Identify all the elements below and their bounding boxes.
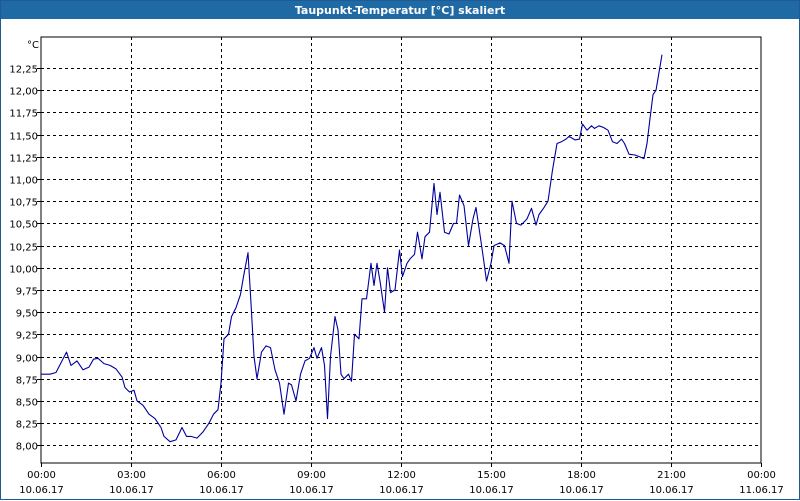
x-tick-time-label: 00:00 xyxy=(27,470,56,481)
y-tick-label: 11,00 xyxy=(9,176,38,187)
series-line xyxy=(41,54,663,443)
y-axis-ticks: 8,00 8,25 8,50 8,75 9,00 9,25 9,50 9,75 10,00 10,… xyxy=(9,65,38,453)
y-tick-label: 10,00 xyxy=(9,265,38,276)
x-tick-time-label: 00:00 xyxy=(747,470,776,481)
y-tick-label: 9,25 xyxy=(16,331,38,342)
y-tick-label: 12,25 xyxy=(9,65,38,76)
x-tick-date-label: 10.06.17 xyxy=(289,485,334,496)
x-tick-time-label: 03:00 xyxy=(117,470,146,481)
x-tick-date-label: 10.06.17 xyxy=(109,485,154,496)
y-tick-label: 8,25 xyxy=(16,420,38,431)
y-tick-label: 9,50 xyxy=(16,309,38,320)
x-tick-date-label: 10.06.17 xyxy=(379,485,424,496)
x-tick-date-label: 10.06.17 xyxy=(469,485,514,496)
x-tick-time-label: 21:00 xyxy=(657,470,686,481)
x-tick-time-label: 06:00 xyxy=(207,470,236,481)
y-tick-label: 11,50 xyxy=(9,132,38,143)
y-tick-label: 9,75 xyxy=(16,287,38,298)
x-tick-date-label: 10.06.17 xyxy=(649,485,694,496)
chart-plot: 8,00 8,25 8,50 8,75 9,00 9,25 9,50 9,75 10,00 10,… xyxy=(9,36,784,496)
x-tick-date-label: 10.06.17 xyxy=(199,485,244,496)
y-tick-label: 8,50 xyxy=(16,398,38,409)
grid xyxy=(41,37,761,463)
y-tick-label: 10,50 xyxy=(9,220,38,231)
x-axis-ticks: 00:00 10.06.17 03:00 10.06.17 06:00 10.06.17 0… xyxy=(19,470,784,496)
y-tick-label: 12,00 xyxy=(9,87,38,98)
x-tick-time-label: 12:00 xyxy=(387,470,416,481)
x-tick-time-label: 09:00 xyxy=(297,470,326,481)
x-tick-date-label: 11.06.17 xyxy=(739,485,784,496)
y-tick-label: 8,75 xyxy=(16,376,38,387)
y-tick-label: 10,25 xyxy=(9,243,38,254)
y-tick-label: 11,25 xyxy=(9,154,38,165)
y-tick-label: 9,00 xyxy=(16,354,38,365)
y-tick-label: 10,75 xyxy=(9,198,38,209)
x-tick-time-label: 15:00 xyxy=(477,470,506,481)
y-tick-label: 8,00 xyxy=(16,442,38,453)
x-tick-time-label: 18:00 xyxy=(567,470,596,481)
y-tick-label: 11,75 xyxy=(9,109,38,120)
y-axis-unit-label: °C xyxy=(27,40,39,51)
x-tick-date-label: 10.06.17 xyxy=(559,485,604,496)
x-tick-date-label: 10.06.17 xyxy=(19,485,64,496)
series-layer xyxy=(41,54,663,443)
chart-window: Taupunkt-Temperatur [°C] skaliert 8,00 8,… xyxy=(0,0,800,500)
